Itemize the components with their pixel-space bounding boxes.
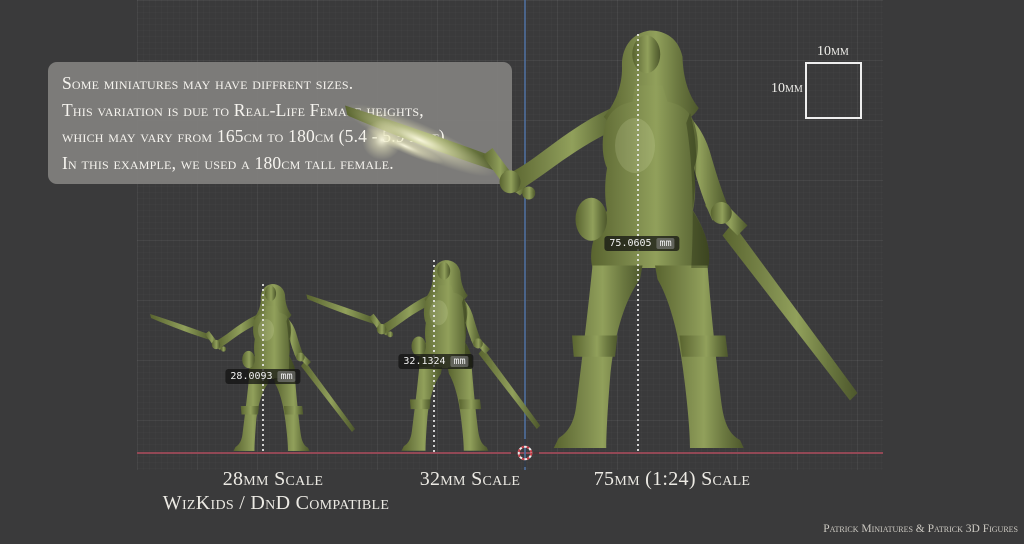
measure-value: 32.1324 — [403, 356, 445, 367]
3d-cursor[interactable] — [511, 439, 539, 467]
caption-28mm-compat: WizKids / DnD Compatible — [163, 492, 389, 515]
measure-label-32mm: 32.1324 mm — [398, 354, 473, 369]
caption-32mm-scale: 32mm Scale — [420, 468, 521, 491]
3d-viewport[interactable]: Some miniatures may have diffrent sizes.… — [0, 0, 1024, 544]
measure-unit: mm — [657, 238, 675, 249]
measure-label-75mm: 75.0605 mm — [604, 236, 679, 251]
watermark: Patrick Miniatures & Patrick 3D Figures — [823, 523, 1018, 535]
measure-value: 28.0093 — [230, 371, 272, 382]
caption-28mm-scale: 28mm Scale — [223, 468, 324, 491]
measure-unit: mm — [451, 356, 469, 367]
measure-label-28mm: 28.0093 mm — [225, 369, 300, 384]
measure-value: 75.0605 — [609, 238, 651, 249]
measure-unit: mm — [278, 371, 296, 382]
caption-75mm-scale: 75mm (1:24) Scale — [594, 468, 751, 491]
